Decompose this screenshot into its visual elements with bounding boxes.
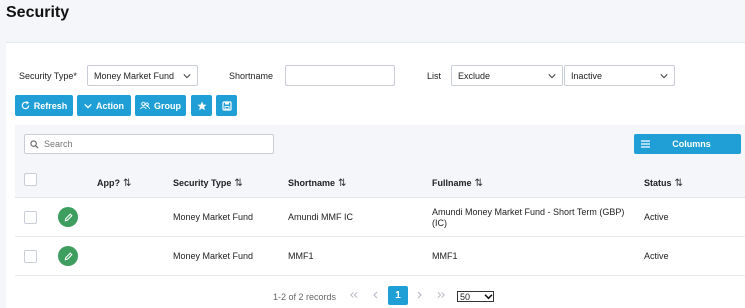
pencil-icon bbox=[64, 251, 73, 260]
users-icon bbox=[140, 101, 150, 110]
column-header-fullname[interactable]: Fullname ⇅ bbox=[432, 178, 483, 189]
fullname-cell: MMF1 bbox=[432, 251, 458, 261]
chevron-right-icon bbox=[417, 291, 422, 299]
save-icon bbox=[221, 100, 232, 111]
chevron-down-icon bbox=[660, 73, 668, 78]
chevron-down-icon bbox=[484, 294, 493, 300]
column-header-app[interactable]: App? ⇅ bbox=[97, 178, 131, 189]
page-size-select[interactable]: 50 bbox=[457, 291, 494, 302]
chevron-left-icon bbox=[373, 291, 378, 299]
fullname-cell: Amundi Money Market Fund - Short Term (G… bbox=[432, 207, 625, 217]
list-select[interactable]: Exclude bbox=[451, 65, 563, 86]
header-fullname-label: Fullname bbox=[432, 178, 472, 188]
next-page-button[interactable] bbox=[414, 286, 426, 304]
chevron-down-icon bbox=[548, 73, 556, 78]
chevron-down-icon bbox=[183, 73, 191, 78]
records-count: 1-2 of 2 records bbox=[273, 292, 337, 302]
page-button-current[interactable]: 1 bbox=[388, 286, 408, 305]
shortname-input[interactable] bbox=[285, 65, 395, 86]
header-status-label: Status bbox=[644, 178, 672, 188]
security-type-select[interactable]: Money Market Fund bbox=[87, 65, 198, 86]
refresh-label: Refresh bbox=[33, 100, 68, 111]
security-type-cell: Money Market Fund bbox=[173, 212, 254, 222]
table-row[interactable] bbox=[15, 198, 745, 237]
search-box[interactable] bbox=[24, 134, 274, 154]
action-label: Action bbox=[96, 100, 124, 111]
column-header-status[interactable]: Status ⇅ bbox=[644, 178, 683, 189]
group-label: Group bbox=[154, 100, 181, 111]
status-value: Inactive bbox=[571, 70, 603, 81]
chevron-down-icon bbox=[84, 103, 92, 109]
list-label: List bbox=[427, 71, 442, 81]
sort-icon: ⇅ bbox=[123, 178, 132, 189]
shortname-cell: Amundi MMF IC bbox=[288, 212, 354, 222]
status-cell: Active bbox=[644, 212, 669, 222]
header-app-label: App? bbox=[97, 178, 120, 188]
row-checkbox[interactable] bbox=[24, 250, 37, 263]
first-page-button[interactable] bbox=[346, 286, 360, 304]
column-header-security-type[interactable]: Security Type ⇅ bbox=[173, 178, 243, 189]
columns-button[interactable]: Columns bbox=[634, 134, 741, 154]
last-page-button[interactable] bbox=[434, 286, 448, 304]
edit-button[interactable] bbox=[58, 207, 78, 227]
sort-icon: ⇅ bbox=[234, 178, 243, 189]
favorite-button[interactable] bbox=[191, 95, 212, 116]
sort-icon: ⇅ bbox=[474, 178, 483, 189]
double-chevron-right-icon bbox=[437, 291, 445, 299]
security-type-label: Security Type* bbox=[19, 71, 77, 81]
refresh-icon bbox=[21, 101, 29, 110]
refresh-button[interactable]: Refresh bbox=[15, 95, 73, 116]
select-all-checkbox[interactable] bbox=[24, 173, 37, 186]
shortname-label: Shortname bbox=[229, 71, 274, 81]
pencil-icon bbox=[64, 212, 73, 221]
page-title: Security bbox=[6, 4, 70, 21]
table-row[interactable] bbox=[15, 237, 745, 276]
edit-button[interactable] bbox=[58, 246, 78, 266]
double-chevron-left-icon bbox=[349, 291, 357, 299]
shortname-cell: MMF1 bbox=[288, 251, 314, 261]
security-type-value: Money Market Fund bbox=[94, 70, 175, 81]
star-icon bbox=[196, 101, 207, 110]
status-cell: Active bbox=[644, 251, 669, 261]
action-button[interactable]: Action bbox=[77, 95, 131, 116]
search-icon bbox=[30, 139, 39, 149]
security-type-cell: Money Market Fund bbox=[173, 251, 254, 261]
sort-icon: ⇅ bbox=[674, 178, 683, 189]
fullname-cell-continued: (IC) bbox=[432, 218, 447, 228]
page-size-value: 50 bbox=[460, 291, 471, 302]
list-value: Exclude bbox=[458, 70, 491, 81]
sort-icon: ⇅ bbox=[338, 178, 347, 189]
header-shortname-label: Shortname bbox=[288, 178, 336, 188]
status-select[interactable]: Inactive bbox=[564, 65, 675, 86]
row-checkbox[interactable] bbox=[24, 211, 37, 224]
header-security-type-label: Security Type bbox=[173, 178, 232, 188]
prev-page-button[interactable] bbox=[369, 286, 381, 304]
group-button[interactable]: Group bbox=[135, 95, 186, 116]
save-button[interactable] bbox=[216, 95, 237, 116]
search-input[interactable] bbox=[44, 139, 264, 149]
column-header-shortname[interactable]: Shortname ⇅ bbox=[288, 178, 346, 189]
columns-label: Columns bbox=[672, 139, 711, 149]
